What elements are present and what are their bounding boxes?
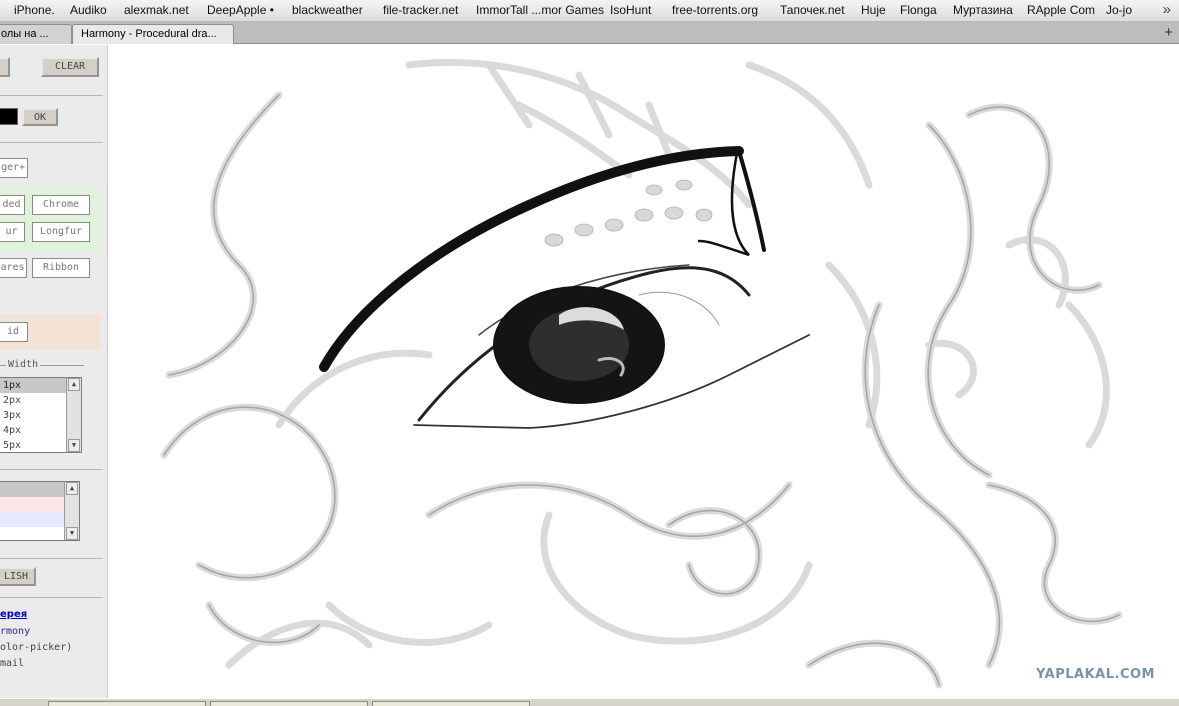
brush-button-longfur[interactable]: Longfur <box>32 222 90 242</box>
bookmark-item[interactable]: DeepApple • <box>207 3 274 17</box>
bookmark-item[interactable]: free-torrents.org <box>672 3 758 17</box>
bookmark-item[interactable]: alexmak.net <box>124 3 189 17</box>
color-picker-text: olor-picker) <box>0 642 73 653</box>
watermark-text: YAPLAKAL.COM <box>1036 667 1155 682</box>
bookmark-item[interactable]: file-tracker.net <box>383 3 458 17</box>
clear-button[interactable]: CLEAR <box>41 57 99 77</box>
bookmarks-bar: iPhone. Audiko alexmak.net DeepApple • b… <box>0 0 1179 22</box>
color-swatch[interactable] <box>0 108 18 125</box>
bookmark-item[interactable]: ImmorTall ...mor Games <box>476 3 604 17</box>
plus-icon[interactable]: + <box>1164 24 1173 41</box>
taskbar <box>0 698 1179 706</box>
email-text[interactable]: mail <box>0 658 24 669</box>
taskbar-item[interactable] <box>210 701 368 706</box>
drawing-canvas[interactable]: YAPLAKAL.COM <box>109 45 1179 698</box>
tab-strip: олы на ... Harmony - Procedural dra... + <box>0 22 1179 44</box>
brush-button[interactable]: ur <box>0 222 25 242</box>
chevron-double-right-icon[interactable]: » <box>1163 1 1171 18</box>
bookmark-item[interactable]: RApple Com <box>1027 3 1095 17</box>
tool-panel: CLEAR OK ger+ ded Chrome ur Longfur ares… <box>0 45 108 698</box>
scroll-up-icon[interactable]: ▲ <box>66 482 78 495</box>
divider <box>0 95 103 96</box>
bookmark-item[interactable]: IsoHunt <box>610 3 651 17</box>
brush-button[interactable]: ded <box>0 195 25 215</box>
taskbar-item[interactable] <box>372 701 530 706</box>
tab-browser[interactable]: олы на ... <box>0 24 72 44</box>
brush-group: ded Chrome ur Longfur <box>0 186 100 252</box>
scrollbar[interactable]: ▲ ▼ <box>66 378 81 452</box>
bookmark-item[interactable]: Тапочек.net <box>780 3 845 17</box>
bookmark-item[interactable]: Муртазина <box>953 3 1013 17</box>
divider <box>0 142 103 143</box>
brush-button[interactable]: ares <box>0 258 27 278</box>
divider <box>0 469 103 470</box>
brush-button-chrome[interactable]: Chrome <box>32 195 90 215</box>
brush-button[interactable]: id <box>0 322 28 342</box>
bookmark-item[interactable]: Huje <box>861 3 886 17</box>
tab-harmony[interactable]: Harmony - Procedural dra... <box>72 24 234 44</box>
bookmark-item[interactable]: iPhone. <box>14 3 55 17</box>
width-listbox[interactable]: 1px 2px 3px 4px 5px ▲ ▼ <box>0 377 82 453</box>
scroll-down-icon[interactable]: ▼ <box>68 439 80 452</box>
scroll-down-icon[interactable]: ▼ <box>66 527 78 540</box>
brush-button[interactable]: ger+ <box>0 158 28 178</box>
width-legend: Width <box>6 359 41 370</box>
harmony-link[interactable]: rmony <box>0 626 30 637</box>
bookmark-item[interactable]: blackweather <box>292 3 363 17</box>
publish-button[interactable]: LISH <box>0 567 36 586</box>
bookmark-item[interactable]: Jo-jo <box>1106 3 1132 17</box>
sketch-drawing <box>160 58 1123 689</box>
brush-button-ribbon[interactable]: Ribbon <box>32 258 90 278</box>
taskbar-item[interactable] <box>48 701 206 706</box>
grid-group: id <box>0 314 100 350</box>
bookmark-item[interactable]: Flonga <box>900 3 937 17</box>
divider <box>0 597 103 598</box>
option-listbox[interactable]: ▲ ▼ <box>0 481 80 541</box>
cut-off-button[interactable] <box>0 57 10 77</box>
ok-button[interactable]: OK <box>22 108 58 126</box>
scrollbar[interactable]: ▲ ▼ <box>64 482 79 540</box>
scroll-up-icon[interactable]: ▲ <box>68 378 80 391</box>
gallery-link[interactable]: ерея <box>0 609 27 620</box>
bookmark-item[interactable]: Audiko <box>70 3 107 17</box>
divider <box>0 558 103 559</box>
